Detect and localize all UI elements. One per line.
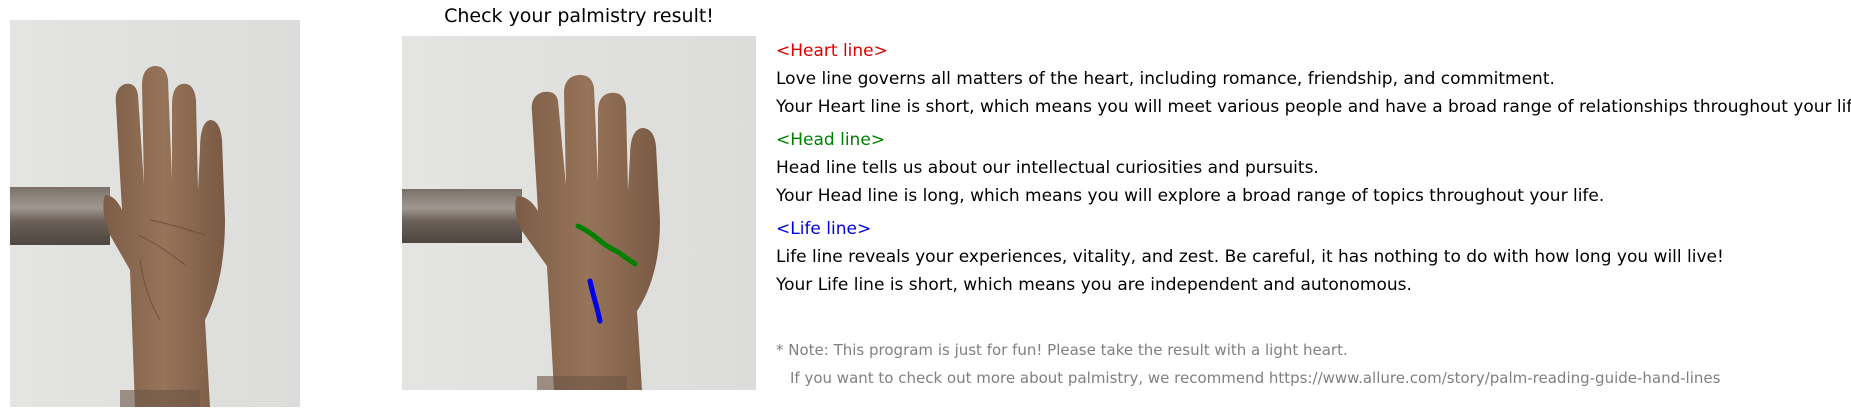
life-line-section: <Life line> Life line reveals your exper… xyxy=(776,218,1851,296)
disclaimer-note: * Note: This program is just for fun! Pl… xyxy=(776,340,1720,396)
head-line-description: Head line tells us about our intellectua… xyxy=(776,158,1319,178)
palm-photo-annotated xyxy=(402,36,756,390)
head-line-result: Your Head line is long, which means you … xyxy=(776,186,1605,206)
heart-line-section: <Heart line> Love line governs all matte… xyxy=(776,40,1851,118)
life-line-result: Your Life line is short, which means you… xyxy=(776,275,1412,295)
palm-photo-original xyxy=(10,20,300,407)
life-line-heading: <Life line> xyxy=(776,219,872,239)
heart-line-result: Your Heart line is short, which means yo… xyxy=(776,97,1851,117)
note-line-1: * Note: This program is just for fun! Pl… xyxy=(776,341,1348,359)
page-title: Check your palmistry result! xyxy=(444,5,714,27)
palm-image-with-lines xyxy=(402,36,756,390)
result-panel: <Heart line> Love line governs all matte… xyxy=(776,40,1851,307)
palm-image xyxy=(10,20,300,407)
head-line-heading: <Head line> xyxy=(776,130,886,150)
note-line-2: If you want to check out more about palm… xyxy=(790,369,1721,387)
heart-line-description: Love line governs all matters of the hea… xyxy=(776,69,1555,89)
heart-line-heading: <Heart line> xyxy=(776,41,888,61)
head-line-section: <Head line> Head line tells us about our… xyxy=(776,129,1851,207)
life-line-description: Life line reveals your experiences, vita… xyxy=(776,247,1724,267)
